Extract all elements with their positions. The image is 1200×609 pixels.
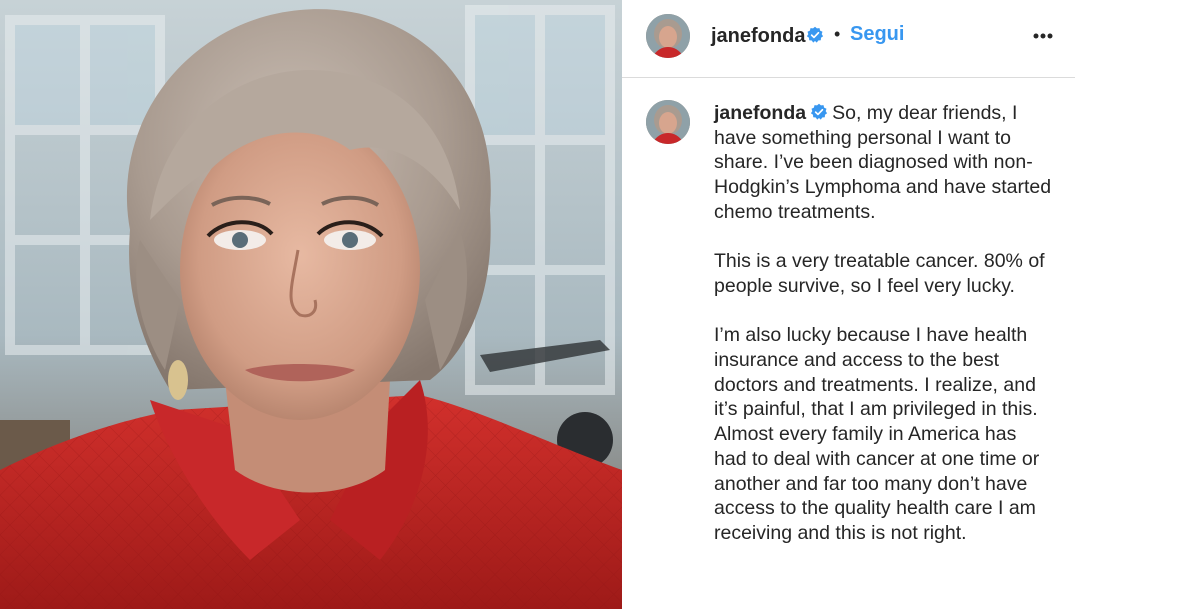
- caption-paragraph: This is a very treatable cancer. 80% of …: [714, 250, 1045, 297]
- instagram-post: janefonda • Segui janefonda So, my dear …: [0, 0, 1200, 609]
- verified-badge-icon: [810, 103, 828, 121]
- avatar[interactable]: [646, 14, 690, 58]
- caption-avatar[interactable]: [646, 100, 690, 144]
- caption-paragraph: I’m also lucky because I have health ins…: [714, 324, 1040, 544]
- more-horizontal-icon[interactable]: [1026, 22, 1060, 50]
- verified-badge-icon: [806, 26, 824, 47]
- post-sidebar: janefonda • Segui janefonda So, my dear …: [622, 0, 1200, 609]
- separator-dot: •: [834, 24, 841, 44]
- portrait-image: [0, 0, 622, 609]
- username-link[interactable]: janefonda: [711, 24, 805, 48]
- post-photo[interactable]: [0, 0, 622, 609]
- post-header: janefonda • Segui: [622, 0, 1075, 78]
- caption-paragraph: janefonda So, my dear friends, I have som…: [714, 101, 1054, 225]
- caption-username-link[interactable]: janefonda: [714, 102, 806, 124]
- follow-button[interactable]: Segui: [850, 22, 904, 46]
- caption-text: janefonda So, my dear friends, I have som…: [714, 101, 1054, 546]
